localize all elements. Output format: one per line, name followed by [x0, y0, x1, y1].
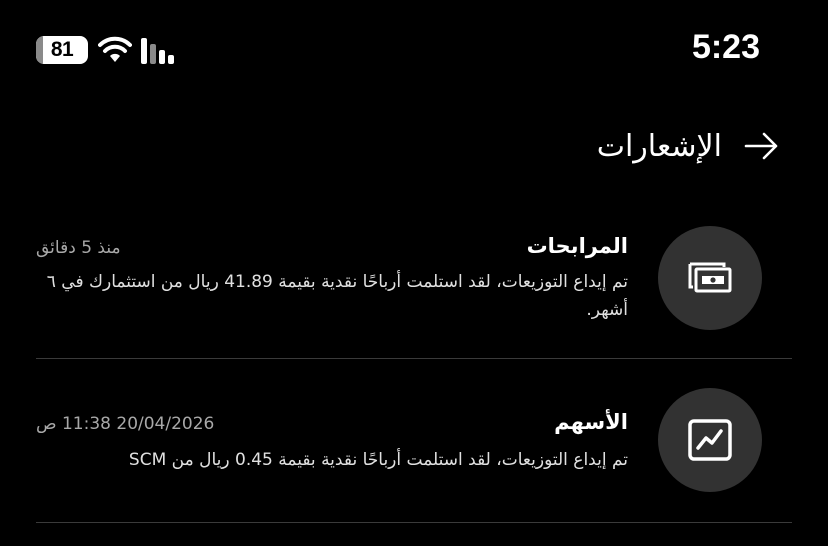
battery-level: 81: [50, 38, 74, 61]
page-title: الإشعارات: [596, 128, 722, 164]
notifications-screen: 81 5:23 الإشعارات المرابحات منذ 5 دقائق …: [0, 0, 828, 546]
page-header: الإشعارات: [597, 120, 780, 172]
notification-body: تم إيداع التوزيعات، لقد استلمت أرباحًا ن…: [128, 450, 628, 470]
status-bar: 81 5:23: [0, 0, 828, 100]
arrow-right-icon[interactable]: [744, 131, 780, 161]
divider: [36, 358, 792, 359]
notification-time: منذ 5 دقائق: [36, 238, 121, 258]
notification-time: 20/04/2026 11:38 ص: [36, 414, 215, 434]
notification-body: تم إيداع التوزيعات، لقد استلمت أرباحًا ن…: [46, 272, 628, 320]
status-time: 5:23: [691, 28, 760, 66]
notification-item[interactable]: المرابحات منذ 5 دقائق تم إيداع التوزيعات…: [36, 224, 792, 334]
cash-icon: [658, 226, 762, 330]
divider: [36, 522, 792, 523]
cellular-signal-icon: [141, 38, 179, 64]
wifi-icon: [98, 36, 132, 62]
notification-title: الأسهم: [554, 410, 628, 434]
battery-icon: 81: [36, 36, 88, 64]
notification-title: المرابحات: [526, 234, 628, 258]
stock-chart-icon: [658, 388, 762, 492]
notification-item[interactable]: الأسهم 20/04/2026 11:38 ص تم إيداع التوز…: [36, 384, 792, 494]
